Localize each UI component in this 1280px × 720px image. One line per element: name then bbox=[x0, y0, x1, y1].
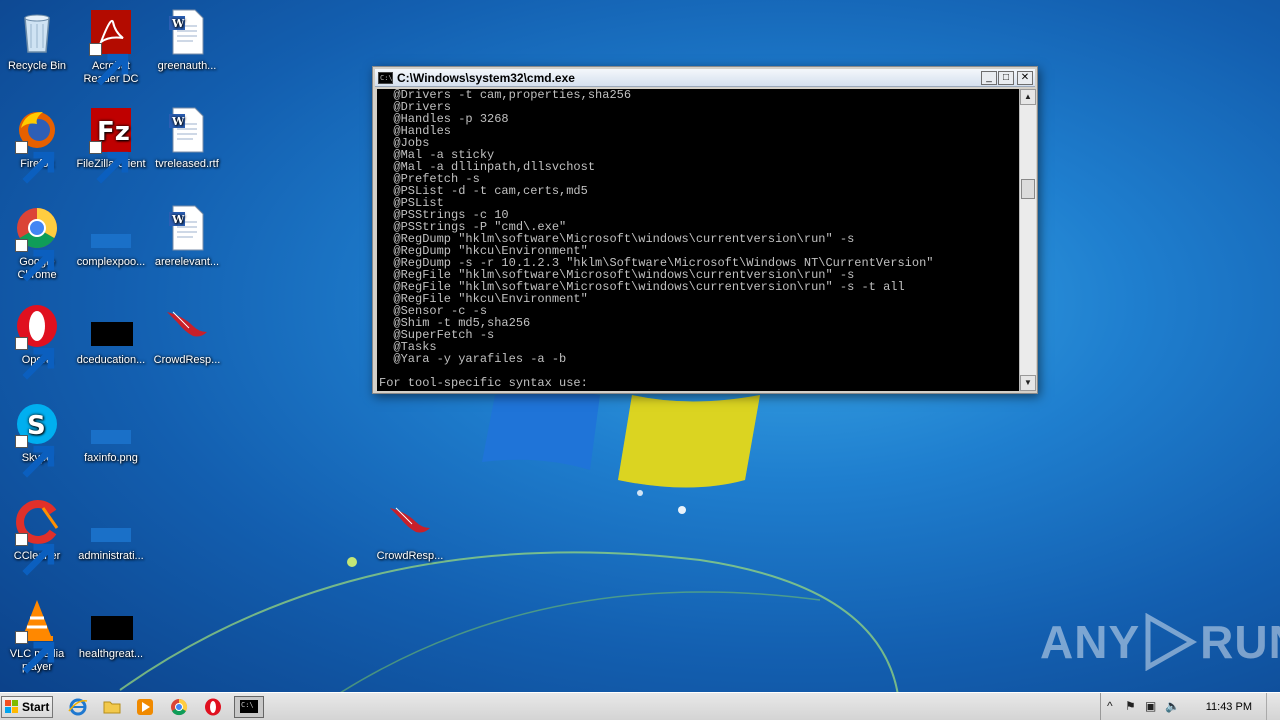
cmd-taskbar-icon: C:\ bbox=[240, 700, 258, 713]
svg-text:W: W bbox=[171, 17, 185, 30]
desktop-icon-dceducation[interactable]: dceducation... bbox=[74, 302, 148, 367]
desktop-icon-opera[interactable]: Opera bbox=[0, 302, 74, 380]
icon-label: complexpoo... bbox=[76, 256, 146, 268]
vertical-scrollbar[interactable]: ▲ ▼ bbox=[1019, 89, 1036, 391]
scroll-thumb[interactable] bbox=[1021, 179, 1035, 199]
console-line: @PSList -d -t cam,certs,md5 bbox=[379, 184, 588, 198]
taskbar-ie[interactable] bbox=[68, 697, 90, 717]
file-icon bbox=[91, 322, 133, 346]
icon-label: arerelevant... bbox=[154, 256, 220, 268]
desktop-icon-skype[interactable]: S Skype bbox=[0, 400, 74, 478]
desktop-icon-recycle-bin[interactable]: Recycle Bin bbox=[0, 8, 74, 73]
desktop-icon-complexpoo[interactable]: complexpoo... bbox=[74, 204, 148, 269]
play-logo-icon bbox=[1145, 613, 1198, 671]
watermark-text-left: ANY bbox=[1040, 616, 1141, 668]
desktop-icon-crowdresponse-1[interactable]: CrowdResp... bbox=[150, 302, 224, 367]
show-desktop-button[interactable] bbox=[1266, 693, 1280, 720]
console-line: For tool-specific syntax use: bbox=[379, 376, 588, 390]
icon-label: healthgreat... bbox=[78, 648, 144, 660]
file-icon bbox=[91, 528, 131, 542]
icon-label: Recycle Bin bbox=[7, 60, 67, 72]
icon-label: dceducation... bbox=[76, 354, 146, 366]
network-icon[interactable]: ▣ bbox=[1145, 699, 1156, 713]
svg-text:W: W bbox=[171, 115, 185, 128]
window-titlebar[interactable]: C:\ C:\Windows\system32\cmd.exe _ □ ✕ bbox=[375, 69, 1035, 87]
console-line: @Handles -p 3268 bbox=[379, 112, 509, 126]
taskbar-media-player[interactable] bbox=[135, 697, 157, 717]
desktop-icon-chrome[interactable]: Google Chrome bbox=[0, 204, 74, 282]
icon-label: CrowdResp... bbox=[376, 550, 444, 562]
watermark-text-right: RUN bbox=[1200, 616, 1280, 668]
svg-text:W: W bbox=[171, 213, 185, 226]
start-button[interactable]: Start bbox=[1, 696, 53, 718]
minimize-button[interactable]: _ bbox=[981, 71, 997, 85]
file-icon bbox=[91, 616, 133, 640]
icon-label: greenauth... bbox=[157, 60, 217, 72]
console-line: @Yara -y yarafiles -a -b bbox=[379, 352, 567, 366]
internet-explorer-icon bbox=[68, 698, 88, 716]
taskbar-chrome[interactable] bbox=[169, 697, 191, 717]
desktop-icon-ccleaner[interactable]: CCleaner bbox=[0, 498, 74, 576]
taskbar: Start C:\ ^ ⚑ ▣ 🔈 11:43 PM bbox=[0, 692, 1280, 720]
chrome-icon bbox=[171, 698, 188, 716]
cmd-icon: C:\ bbox=[378, 72, 393, 84]
desktop-icon-tvreleased[interactable]: W tvreleased.rtf bbox=[150, 106, 224, 171]
desktop-icon-administrati[interactable]: administrati... bbox=[74, 498, 148, 563]
opera-icon bbox=[205, 698, 221, 716]
tray-expand-button[interactable]: ^ bbox=[1107, 699, 1113, 713]
taskbar-explorer[interactable] bbox=[102, 697, 124, 717]
word-document-icon: W bbox=[169, 205, 204, 251]
desktop-icon-acrobat[interactable]: Acrobat Reader DC bbox=[74, 8, 148, 86]
crowdresponse-icon bbox=[390, 507, 430, 533]
media-player-icon bbox=[137, 699, 153, 715]
console-line: @SuperFetch -s bbox=[379, 328, 495, 342]
word-document-icon: W bbox=[169, 9, 204, 55]
windows-flag-icon bbox=[5, 700, 18, 713]
icon-label: CrowdResp... bbox=[153, 354, 221, 366]
taskbar-cmd[interactable]: C:\ bbox=[234, 696, 264, 718]
console-line: @Handles bbox=[379, 124, 452, 138]
desktop-icon-faxinfo[interactable]: faxinfo.png bbox=[74, 400, 148, 465]
file-icon bbox=[91, 430, 131, 444]
desktop-icon-crowdresponse-2[interactable]: CrowdResp... bbox=[373, 498, 447, 563]
desktop-icon-vlc[interactable]: VLC media player bbox=[0, 596, 74, 674]
folder-icon bbox=[103, 701, 121, 714]
system-tray: ^ ⚑ ▣ 🔈 11:43 PM bbox=[1100, 693, 1280, 720]
clock[interactable]: 11:43 PM bbox=[1206, 701, 1252, 713]
console-line: @Drivers -t cam,properties,sha256 bbox=[379, 89, 632, 102]
desktop-icon-filezilla[interactable]: Fz FileZilla Client bbox=[74, 106, 148, 184]
recycle-bin-icon bbox=[24, 14, 50, 53]
desktop-icon-healthgreat[interactable]: healthgreat... bbox=[74, 596, 148, 661]
scroll-up-button[interactable]: ▲ bbox=[1020, 89, 1036, 105]
close-button[interactable]: ✕ bbox=[1017, 71, 1033, 85]
scroll-down-button[interactable]: ▼ bbox=[1020, 375, 1036, 391]
maximize-button[interactable]: □ bbox=[998, 71, 1014, 85]
console-output[interactable]: @Drivers -t cam,properties,sha256 @Drive… bbox=[377, 89, 1019, 391]
action-center-flag-icon[interactable]: ⚑ bbox=[1125, 699, 1136, 713]
window-title: C:\Windows\system32\cmd.exe bbox=[397, 71, 575, 85]
icon-label: tvreleased.rtf bbox=[155, 158, 219, 170]
desktop-icon-arerelevant[interactable]: W arerelevant... bbox=[150, 204, 224, 269]
taskbar-opera[interactable] bbox=[203, 697, 225, 717]
cmd-window[interactable]: C:\ C:\Windows\system32\cmd.exe _ □ ✕ @D… bbox=[372, 66, 1038, 394]
desktop-icon-greenauth[interactable]: W greenauth... bbox=[150, 8, 224, 73]
volume-icon[interactable]: 🔈 bbox=[1165, 699, 1180, 713]
desktop-icon-firefox[interactable]: Firefox bbox=[0, 106, 74, 184]
icon-label: administrati... bbox=[78, 550, 144, 562]
start-label: Start bbox=[22, 700, 50, 714]
icon-label: faxinfo.png bbox=[84, 452, 138, 464]
file-icon bbox=[91, 234, 131, 248]
anyrun-watermark: ANY RUN bbox=[1040, 612, 1280, 672]
word-document-icon: W bbox=[169, 107, 204, 153]
crowdresponse-icon bbox=[167, 311, 207, 337]
